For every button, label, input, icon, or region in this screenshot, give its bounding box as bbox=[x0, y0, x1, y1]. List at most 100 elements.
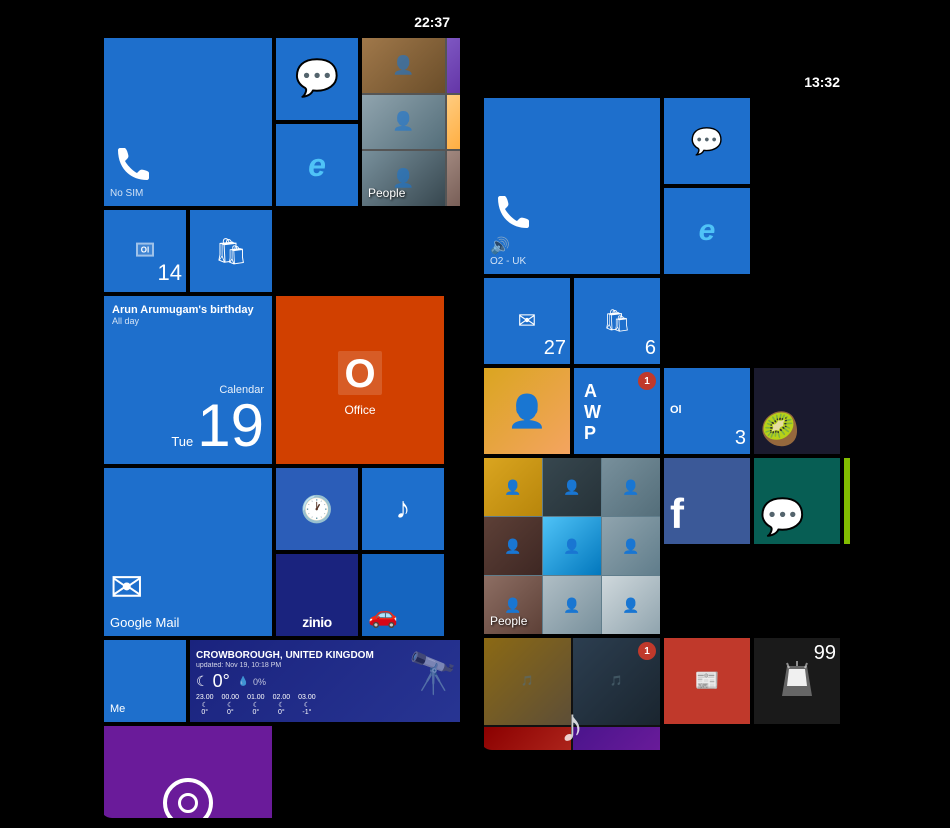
album-4: 🎵 bbox=[573, 727, 660, 750]
people-tile[interactable]: 👤 👤 👤 👤 👤 👤 bbox=[362, 38, 460, 206]
right-whatsapp-tile[interactable]: 💬 bbox=[754, 458, 840, 544]
right-facebook-icon: f bbox=[670, 490, 744, 538]
right-store-tile[interactable]: 🛍 6 bbox=[574, 278, 660, 364]
right-msg-ie-stack: 💬 e bbox=[664, 98, 750, 274]
right-flashlight-icon bbox=[777, 661, 817, 701]
right-outlook-badge: 3 bbox=[735, 427, 746, 450]
voicemail-icon: 🔊 bbox=[490, 236, 654, 256]
right-ie-icon: e bbox=[699, 214, 716, 248]
row-mail-camera: ✉ Google Mail 🕐 zinio ♪ 🚗 bbox=[104, 468, 456, 636]
zinio-tile[interactable]: zinio bbox=[276, 554, 358, 636]
me-tile[interactable]: Me bbox=[104, 640, 186, 722]
phone-left: 22:37 No SIM 💬 e bbox=[100, 10, 460, 818]
alarm-icon: 🕐 bbox=[301, 494, 333, 525]
weather-forecast: 23.00☾0° 00.00☾0° 01.00☾0° 02.00☾0° 03.0… bbox=[196, 694, 460, 716]
right-msg-icon: 💬 bbox=[691, 126, 723, 157]
car-icon: 🚗 bbox=[368, 601, 438, 630]
right-kiwi-tile[interactable]: 🥝 bbox=[754, 368, 840, 454]
people-mosaic: 👤 👤 👤 👤 👤 👤 bbox=[362, 38, 460, 206]
row-outlook-store: Ol 14 🛍 bbox=[104, 210, 456, 292]
calendar-event: Arun Arumugam's birthday All day bbox=[112, 304, 264, 326]
right-outlook-icon: Ol bbox=[670, 404, 682, 416]
phone-right: 13:32 🔊 O2 - UK 💬 e bbox=[480, 70, 850, 750]
row-calendar-office: Arun Arumugam's birthday All day Calenda… bbox=[104, 296, 456, 464]
nokia-camera-tile[interactable]: Nokia Camera bbox=[104, 726, 272, 818]
right-row-3: 👤 👤 👤 👤 👤 👤 👤 👤 👤 People f bbox=[484, 458, 846, 634]
right-flashlight-tile[interactable]: 99 bbox=[754, 638, 840, 724]
right-people-tile[interactable]: 👤 👤 👤 👤 👤 👤 👤 👤 👤 People bbox=[484, 458, 660, 634]
outlook-tile[interactable]: Ol 14 bbox=[104, 210, 186, 292]
outlook-icon-group: Ol bbox=[136, 243, 154, 257]
right-flashlight-badge: 99 bbox=[814, 642, 836, 665]
right-person1-tile[interactable]: 👤 bbox=[484, 368, 570, 454]
weather-tile[interactable]: CROWBOROUGH, UNITED KINGDOM updated: Nov… bbox=[190, 640, 460, 722]
right-facebook-tile[interactable]: f bbox=[664, 458, 750, 544]
ie-icon: e bbox=[308, 147, 326, 184]
camera-lens bbox=[178, 793, 198, 813]
people-photo-1: 👤 bbox=[362, 38, 445, 93]
right-music-note: ♪ bbox=[560, 699, 584, 751]
status-bar-right: 13:32 bbox=[480, 70, 850, 94]
store-tile[interactable]: 🛍 bbox=[190, 210, 272, 292]
car-tile[interactable]: 🚗 bbox=[362, 554, 444, 636]
camera-icon bbox=[163, 778, 213, 819]
right-mail-icon: ✉ bbox=[518, 308, 536, 334]
right-msg-tile[interactable]: 💬 bbox=[664, 98, 750, 184]
time-right: 13:32 bbox=[804, 74, 840, 90]
status-bar-left: 22:37 bbox=[100, 10, 460, 34]
right-people-label: People bbox=[490, 614, 527, 628]
right-row-mail-store: ✉ 27 🛍 6 bbox=[484, 278, 846, 364]
outlook-ol: Ol bbox=[136, 243, 154, 257]
right-people-mosaic: 👤 👤 👤 👤 👤 👤 👤 👤 👤 bbox=[484, 458, 660, 634]
music-icon: ♪ bbox=[396, 492, 411, 526]
music-tile[interactable]: ♪ bbox=[362, 468, 444, 550]
mail-tile[interactable]: ✉ Google Mail bbox=[104, 468, 272, 636]
right-row-2: 👤 A W P 1 Ol 3 🥝 bbox=[484, 368, 846, 454]
time-left: 22:37 bbox=[414, 14, 450, 30]
row-nokia: Nokia Camera bbox=[104, 726, 456, 818]
outlook-badge: 14 bbox=[158, 260, 182, 286]
calendar-daydate: Tue 19 bbox=[112, 396, 264, 456]
right-phone-icon bbox=[490, 192, 534, 236]
phone-tile[interactable]: No SIM bbox=[104, 38, 272, 206]
camera-circle bbox=[110, 732, 266, 818]
phone-icon bbox=[110, 144, 154, 188]
music-car-stack: ♪ 🚗 bbox=[362, 468, 444, 636]
right-kiwi-icon: 🥝 bbox=[760, 410, 834, 448]
right-person1-photo: 👤 bbox=[490, 374, 564, 448]
right-news-icon: 📰 bbox=[695, 669, 720, 693]
tile-grid-left: No SIM 💬 e 👤 👤 bbox=[100, 34, 460, 818]
right-news-tile[interactable]: 📰 bbox=[664, 638, 750, 724]
telescope-icon: 🔭 bbox=[408, 650, 458, 697]
right-music-tile[interactable]: 🎵 🎵 🎵 🎵 ♪ 1 bbox=[484, 638, 660, 750]
office-tile[interactable]: O Office bbox=[276, 296, 444, 464]
right-row-1: 🔊 O2 - UK 💬 e bbox=[484, 98, 846, 274]
people-photo-3: 👤 bbox=[362, 95, 445, 150]
msg-ie-stack: 💬 e bbox=[276, 38, 358, 206]
right-mail-badge: 27 bbox=[544, 337, 566, 360]
calendar-date-block: Calendar Tue 19 bbox=[112, 384, 264, 456]
right-phone-tile[interactable]: 🔊 O2 - UK bbox=[484, 98, 660, 274]
tile-grid-right: 🔊 O2 - UK 💬 e ✉ 27 🛍 6 bbox=[480, 94, 850, 750]
right-music-badge: 1 bbox=[638, 642, 656, 660]
right-row-4: 🎵 🎵 🎵 🎵 ♪ 1 bbox=[484, 638, 846, 750]
people-photo-6: 👤 bbox=[447, 151, 460, 206]
ie-tile[interactable]: e bbox=[276, 124, 358, 206]
right-store-badge: 6 bbox=[645, 337, 656, 360]
store-icon: 🛍 bbox=[214, 236, 247, 267]
right-kik-tile[interactable]: k bbox=[844, 458, 850, 544]
office-logo-icon: O bbox=[330, 343, 390, 403]
alarm-tile[interactable]: 🕐 bbox=[276, 468, 358, 550]
alarm-zinio-stack: 🕐 zinio bbox=[276, 468, 358, 636]
messaging-icon: 💬 bbox=[295, 60, 340, 96]
right-outlook-tile[interactable]: Ol 3 bbox=[664, 368, 750, 454]
people-photo-4: 👤 bbox=[447, 95, 460, 150]
no-sim-label: No SIM bbox=[110, 188, 266, 200]
messaging-tile[interactable]: 💬 bbox=[276, 38, 358, 120]
right-awp-tile[interactable]: A W P 1 bbox=[574, 368, 660, 454]
calendar-tile[interactable]: Arun Arumugam's birthday All day Calenda… bbox=[104, 296, 272, 464]
right-mail-tile[interactable]: ✉ 27 bbox=[484, 278, 570, 364]
album-3: 🎵 bbox=[484, 727, 571, 750]
svg-text:O: O bbox=[344, 352, 375, 396]
right-ie-tile[interactable]: e bbox=[664, 188, 750, 274]
